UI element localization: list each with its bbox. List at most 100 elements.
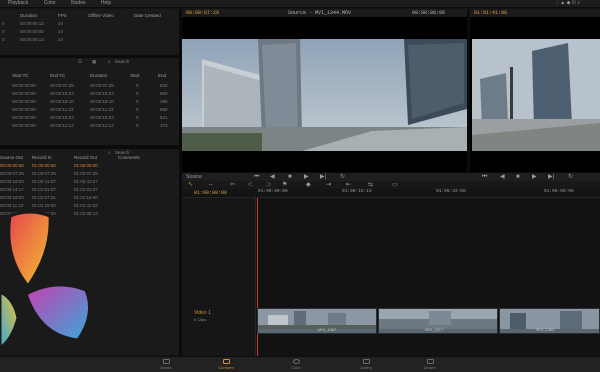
list-view-icon[interactable]: ☰ [78,59,82,65]
page-nav-bar: Media Conform Color Gallery Deliver [0,356,600,372]
table-row[interactable]: 00:00:07:29 01:00:07:29 01:00:07:29 [0,171,179,177]
track-clip-count: 6 Clips [194,317,207,322]
table-row[interactable]: 0 00:00:00:13 24 [0,21,179,27]
menu-color[interactable]: Color [44,0,56,6]
overwrite-icon[interactable]: ⇤ [346,181,351,189]
fit-icon[interactable]: ▭ [392,181,398,189]
timeline-clip[interactable]: MVI_1360 [499,308,600,334]
table-row[interactable]: 00:00:00:00 00:00:18:03 00:00:18:03 0 90… [0,91,179,97]
conform-icon [222,359,230,364]
timeline-tools: ↖ ⇔ ✂ ⊂ ⊃ ⚑ ◆ ⇥ ⇤ ⇆ ▭ [182,181,600,189]
divider [0,145,179,149]
table-row[interactable]: 0 00:00:00:00 24 [0,29,179,35]
track-name[interactable]: Video 1 [194,310,211,316]
rec-back-icon[interactable]: ◀ [500,173,505,181]
nav-label: Conform [218,365,234,370]
source-viewer-header: 00:00:07:29 Source - MVI_1344.MOV 00:00:… [182,9,467,17]
source-frame [182,39,467,151]
table-row[interactable]: 00:00:18:03 01:01:07:01 01:01:16:00 [0,195,179,201]
insert-icon[interactable]: ⇥ [326,181,331,189]
nav-gallery[interactable]: Gallery [346,359,386,371]
rec-forward-icon[interactable]: ▶| [548,173,554,181]
record-frame [472,39,600,151]
nav-conform[interactable]: Conform [206,359,246,371]
edit-table: Start TC End TC Duration Start End 00:00… [0,73,179,133]
clip-name: MVI_1317 [425,327,444,332]
edit-list-toolbar: ☰ ▦ ⌕ Search [0,59,179,66]
menu-help[interactable]: Help [101,0,111,6]
system-tray: ◌ ▲ ◆ ⏻ ⌕ [556,0,594,7]
clip-table: Duration FPS Offline Video Date Created … [0,13,179,49]
table-row[interactable]: 00:00:14:17 01:01:01:07 01:01:01:07 [0,187,179,193]
media-icon [162,359,170,364]
menu-bar: Playback Color Nodes Help ◌ ▲ ◆ ⏻ ⌕ [0,0,600,8]
link-icon[interactable]: ⊃ [266,181,271,189]
flag-icon[interactable]: ⚑ [282,181,287,189]
nav-color[interactable]: Color [276,359,316,371]
resolve-logo [0,210,92,350]
step-back-icon[interactable]: ◀ [270,173,275,181]
record-viewer-header: 01:01:41:00 [470,9,600,17]
nav-label: Media [160,365,172,370]
menu-nodes[interactable]: Nodes [71,0,85,6]
track-header-column [182,198,256,356]
snap-icon[interactable]: ⊂ [248,181,253,189]
table-row[interactable]: 00:00:00:00 01:00:00:00 01:00:00:00 [0,163,179,169]
rec-go-start-icon[interactable]: ⏮ [482,173,487,181]
timeline-track-area[interactable]: Video 1 6 Clips MVI_1367 MVI_1317 MVI_13… [182,198,600,356]
source-dropdown[interactable]: Source [186,174,202,180]
table-row[interactable]: 00:00:18:03 01:00:41:07 01:00:41:07 [0,179,179,185]
tray-icons: ◌ ▲ ◆ ⏻ ⌕ [555,0,580,6]
timeline-clip[interactable]: MVI_1317 [378,308,498,334]
menu-playback[interactable]: Playback [8,0,28,6]
table-row[interactable]: 00:00:00:00 00:00:12:14 00:00:12:14 0 37… [0,123,179,129]
stop-icon[interactable]: ■ [288,173,292,181]
rec-stop-icon[interactable]: ■ [516,173,520,181]
step-forward-icon[interactable]: ▶| [320,173,326,181]
loop-icon[interactable]: ↻ [340,173,345,181]
edit-table-header: Start TC End TC Duration Start End [12,73,167,78]
source-right-timecode: 00:00:00:00 [412,10,446,16]
search-icon[interactable]: ⌕ [108,59,111,64]
ruler-label: 01:00:50:00 [544,189,574,194]
search-label[interactable]: Search [115,59,129,64]
table-row[interactable]: 00:00:00:00 00:00:11:23 00:00:11:23 0 88… [0,107,179,113]
table-row[interactable]: 00:00:00:00 00:00:18:03 00:00:18:03 0 52… [0,115,179,121]
record-timecode: 01:01:41:00 [474,10,508,16]
ruler-label: 01:00:33:08 [436,189,466,194]
marker-icon[interactable]: ◆ [306,181,311,189]
source-left-timecode: 00:00:07:29 [186,10,220,16]
rec-play-icon[interactable]: ▶ [532,173,537,181]
blade-tool-icon[interactable]: ✂ [230,181,235,189]
gallery-icon [362,359,370,364]
rec-loop-icon[interactable]: ↻ [568,173,573,181]
deliver-icon [426,359,434,364]
divider [0,55,179,58]
ruler-label: 01:00:00:00 [258,189,288,194]
clip-name: MVI_1367 [318,327,337,332]
replace-icon[interactable]: ⇆ [368,181,373,189]
current-timecode: 01:00:00:00 [194,190,228,196]
nav-deliver[interactable]: Deliver [410,359,450,371]
ruler-label: 01:00:16:16 [342,189,372,194]
grid-view-icon[interactable]: ▦ [92,59,96,65]
timeline-clip[interactable]: MVI_1367 [257,308,377,334]
table-row[interactable]: 00:00:00:00 00:00:18:10 00:00:18:10 0 48… [0,99,179,105]
record-viewer[interactable]: 01:01:41:00 [470,9,600,172]
table-row[interactable]: 00:00:00:00 00:00:07:29 00:00:07:29 0 82… [0,83,179,89]
clip-table-header: Duration FPS Offline Video Date Created [20,13,161,18]
nav-media[interactable]: Media [146,359,186,371]
nav-label: Deliver [423,365,437,370]
nav-label: Gallery [359,365,373,370]
trim-tool-icon[interactable]: ⇔ [208,181,214,189]
go-to-start-icon[interactable]: ⏮ [254,173,259,181]
source-viewer[interactable]: 00:00:07:29 Source - MVI_1344.MOV 00:00:… [182,9,467,172]
pointer-tool-icon[interactable]: ↖ [188,181,193,189]
source-title: Source - MVI_1344.MOV [288,10,352,16]
nav-label: Color [291,365,301,370]
timeline-ruler[interactable]: 01:00:00:00 01:00:00:00 01:00:16:16 01:0… [182,189,600,198]
table-row[interactable]: 0 00:00:00:13 24 [0,37,179,43]
record-table-header: Source Out Record In Record Out Comments [0,155,140,160]
clip-name: MVI_1360 [536,327,555,332]
play-icon[interactable]: ▶ [304,173,309,181]
